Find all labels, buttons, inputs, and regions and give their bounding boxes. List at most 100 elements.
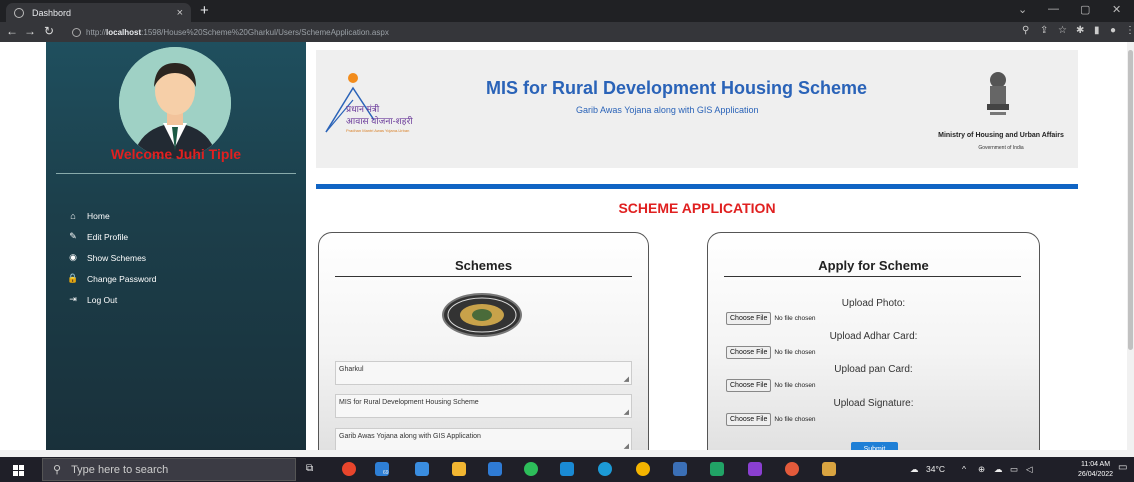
url-field[interactable]: http://localhost:1598/House%20Scheme%20G… [68, 25, 1088, 39]
chevron-up-icon[interactable]: ^ [962, 464, 966, 474]
chrome-profile-icon[interactable] [785, 462, 799, 476]
search-icon: ⚲ [53, 464, 62, 476]
app-icon[interactable] [342, 462, 356, 476]
logo-english-line: Pradhan Mantri Awas Yojana-Urban [346, 128, 410, 133]
zoom-icon[interactable]: ⚲ [1022, 25, 1029, 36]
minimize-button[interactable]: — [1048, 3, 1059, 15]
upload-signature-label: Upload Signature: [833, 398, 914, 409]
sidebar-item-home[interactable]: ⌂ Home [66, 205, 156, 226]
back-icon[interactable]: ← [6, 24, 18, 38]
resize-handle-icon[interactable]: ◢ [624, 375, 629, 383]
sidebar-menu: ⌂ Home ✎ Edit Profile ◉ Show Schemes 🔒 C… [66, 205, 156, 310]
upload-adhar-label: Upload Adhar Card: [829, 331, 918, 342]
whatsapp-icon[interactable] [524, 462, 538, 476]
logout-icon: ⇥ [69, 294, 77, 304]
file-status: No file chosen [774, 382, 816, 389]
choose-file-button[interactable]: Choose File [726, 413, 772, 426]
close-tab-icon[interactable]: × [177, 7, 183, 19]
sidepanel-icon[interactable]: ▮ [1094, 25, 1100, 36]
snipping-tool-icon[interactable] [822, 462, 836, 476]
scheme-seal-logo [442, 293, 522, 337]
extensions-icon[interactable]: ✱ [1076, 25, 1084, 36]
store-icon[interactable] [488, 462, 502, 476]
share-icon[interactable]: ⇪ [1040, 25, 1048, 36]
edge-browser-icon[interactable] [598, 462, 612, 476]
mail-icon[interactable] [415, 462, 429, 476]
site-header: प्रधान मंत्री आवास योजना-शहरी Pradhan Ma… [316, 50, 1078, 168]
eye-icon: ◉ [69, 252, 77, 262]
close-window-button[interactable]: ✕ [1112, 3, 1121, 16]
sidebar-item-change-password[interactable]: 🔒 Change Password [66, 268, 156, 289]
outlook-icon[interactable] [560, 462, 574, 476]
visual-studio-icon[interactable] [748, 462, 762, 476]
choose-file-button[interactable]: Choose File [726, 379, 772, 392]
taskbar-search-placeholder: Type here to search [71, 463, 169, 476]
upload-adhar-input[interactable]: Choose File No file chosen [726, 346, 816, 359]
battery-icon[interactable]: ▭ [1010, 464, 1018, 475]
upload-photo-label: Upload Photo: [841, 298, 906, 309]
windows-start-icon[interactable] [13, 465, 24, 476]
reload-icon[interactable]: ↻ [44, 24, 54, 38]
welcome-text: Welcome Juhi Tiple [110, 146, 242, 162]
sidebar-item-show-schemes[interactable]: ◉ Show Schemes [66, 247, 156, 268]
home-icon: ⌂ [70, 210, 76, 221]
apply-panel: Apply for Scheme Upload Photo: Choose Fi… [707, 232, 1040, 457]
horizontal-scrollbar[interactable] [0, 450, 1134, 457]
file-status: No file chosen [774, 315, 816, 322]
site-subtitle: Garib Awas Yojana along with GIS Applica… [576, 105, 759, 115]
resize-handle-icon[interactable]: ◢ [624, 408, 629, 416]
resize-handle-icon[interactable]: ◢ [624, 442, 629, 450]
volume-icon[interactable]: ◁ [1026, 464, 1033, 475]
app-icon[interactable] [673, 462, 687, 476]
apply-title: Apply for Scheme [818, 258, 929, 273]
logo-hindi-line2: आवास योजना-शहरी [346, 116, 413, 126]
maximize-button[interactable]: ▢ [1080, 3, 1090, 16]
globe-icon [14, 7, 24, 18]
lock-icon: 🔒 [67, 273, 79, 283]
header-divider [316, 184, 1078, 189]
browser-tab[interactable]: Dashbord × [6, 3, 191, 22]
menu-icon[interactable]: ⋮ [1125, 25, 1134, 36]
scheme-title-field[interactable]: MIS for Rural Development Housing Scheme… [335, 394, 632, 418]
network-icon[interactable]: ⊕ [978, 464, 985, 475]
scheme-description-field[interactable]: Garib Awas Yojana along with GIS Applica… [335, 428, 632, 452]
site-title: MIS for Rural Development Housing Scheme [486, 78, 868, 98]
profile-icon[interactable]: ● [1110, 25, 1116, 36]
new-tab-button[interactable]: + [200, 3, 209, 19]
url-path: :1598/House%20Scheme%20Gharkul/Users/Sch… [141, 27, 389, 37]
clock-time: 11:04 AM [1080, 461, 1111, 468]
taskbar-search-box[interactable]: ⚲ Type here to search [42, 458, 296, 481]
file-explorer-icon[interactable] [452, 462, 466, 476]
upload-signature-input[interactable]: Choose File No file chosen [726, 413, 816, 426]
browser-tabstrip: Dashbord × + ⌄ — ▢ ✕ [0, 0, 1134, 22]
sidebar-item-edit-profile[interactable]: ✎ Edit Profile [66, 226, 156, 247]
clock-date: 26/04/2022 [1078, 471, 1114, 478]
file-status: No file chosen [774, 349, 816, 356]
choose-file-button[interactable]: Choose File [726, 312, 772, 325]
sidebar: Welcome Juhi Tiple ⌂ Home ✎ Edit Profile… [46, 42, 306, 457]
national-emblem-icon [984, 70, 1012, 122]
government-label: Government of India [978, 145, 1024, 151]
task-view-icon[interactable]: ⧉ [306, 463, 313, 474]
choose-file-button[interactable]: Choose File [726, 346, 772, 359]
notifications-icon[interactable]: ▭ [1118, 462, 1127, 473]
upload-pan-label: Upload pan Card: [834, 364, 913, 375]
forward-icon[interactable]: → [24, 24, 36, 38]
pmay-logo: प्रधान मंत्री आवास योजना-शहरी Pradhan Ma… [324, 70, 459, 152]
sidebar-item-log-out[interactable]: ⇥ Log Out [66, 289, 156, 310]
chrome-icon[interactable] [636, 462, 650, 476]
info-icon[interactable] [72, 27, 81, 37]
bookmark-star-icon[interactable]: ☆ [1058, 25, 1067, 36]
temperature-label: 34°C [926, 464, 945, 474]
sidebar-divider [56, 173, 296, 174]
upload-pan-input[interactable]: Choose File No file chosen [726, 379, 816, 392]
tab-search-icon[interactable]: ⌄ [1018, 3, 1027, 16]
vertical-scrollbar-thumb[interactable] [1128, 50, 1133, 350]
excel-icon[interactable] [710, 462, 724, 476]
weather-icon: ☁ [910, 464, 919, 474]
web-page: Welcome Juhi Tiple ⌂ Home ✎ Edit Profile… [0, 42, 1134, 457]
onedrive-icon[interactable]: ☁ [994, 464, 1003, 475]
upload-photo-input[interactable]: Choose File No file chosen [726, 312, 816, 325]
scheme-name-field[interactable]: Gharkul ◢ [335, 361, 632, 385]
system-clock[interactable]: 11:04 AM 26/04/2022 [1078, 460, 1113, 480]
